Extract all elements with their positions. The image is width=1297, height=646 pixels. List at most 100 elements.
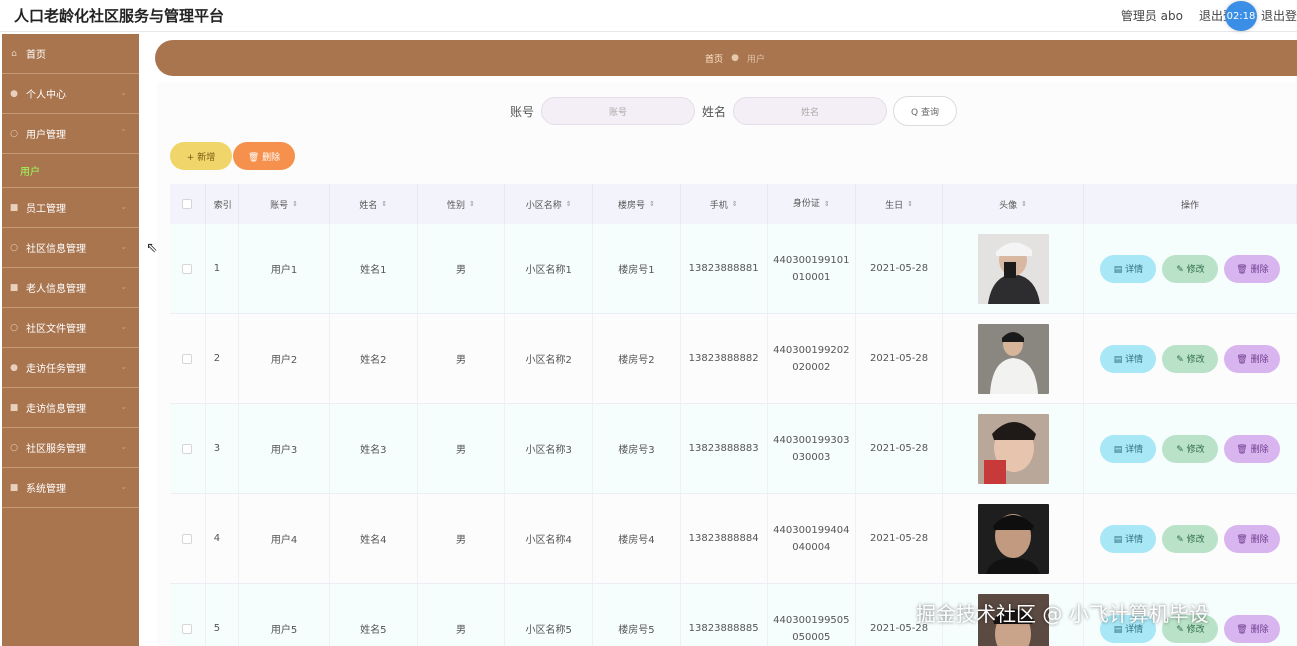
cell-community: 小区名称2 xyxy=(505,314,594,403)
cell-name: 姓名1 xyxy=(330,224,418,313)
sidebar-item-elder-info[interactable]: ■ 老人信息管理 ⌄ xyxy=(2,268,139,308)
task-icon: ● xyxy=(10,362,18,373)
cell-name: 姓名4 xyxy=(330,494,418,583)
sidebar-item-system[interactable]: ■ 系统管理 ⌄ xyxy=(2,468,139,508)
header-account[interactable]: 账号 ⇕ xyxy=(239,184,330,224)
header-building[interactable]: 楼房号 ⇕ xyxy=(593,184,681,224)
cell-id-card: 440300199202 020002 xyxy=(768,314,856,403)
header-sex[interactable]: 性别 ⇕ xyxy=(418,184,506,224)
sort-icon[interactable]: ⇕ xyxy=(824,196,830,213)
sidebar-item-label: 走访任务管理 xyxy=(26,364,86,375)
delete-button[interactable]: 🗑 删除 xyxy=(1224,524,1281,553)
detail-button[interactable]: ▤ 详情 xyxy=(1100,434,1157,463)
sidebar-item-staff-management[interactable]: ■ 员工管理 ⌄ xyxy=(2,188,139,228)
detail-button[interactable]: ▤ 详情 xyxy=(1100,254,1157,283)
cell-building: 楼房号4 xyxy=(593,494,681,583)
header-label: 楼房号 xyxy=(617,200,645,211)
id-card-line-1: 440300199202 xyxy=(773,344,850,356)
breadcrumb-home[interactable]: 首页 xyxy=(705,52,723,65)
name-label: 姓名 xyxy=(702,105,727,119)
add-button[interactable]: + 新增 xyxy=(170,142,232,170)
sidebar-item-label: 系统管理 xyxy=(26,484,66,495)
chevron-down-icon: ⌄ xyxy=(120,242,127,251)
chevron-down-icon: ⌄ xyxy=(120,202,127,211)
row-checkbox[interactable] xyxy=(182,353,193,364)
cell-index: 3 xyxy=(206,404,240,493)
sort-icon[interactable]: ⇕ xyxy=(566,200,572,208)
name-search-input[interactable]: 姓名 xyxy=(733,97,887,125)
cell-community: 小区名称5 xyxy=(505,584,594,646)
sidebar-item-label: 员工管理 xyxy=(26,204,66,215)
edit-button[interactable]: ✎ 修改 xyxy=(1162,434,1219,463)
edit-button[interactable]: ✎ 修改 xyxy=(1162,344,1219,373)
header-birthday[interactable]: 生日 ⇕ xyxy=(856,184,944,224)
sidebar-item-personal-center[interactable]: ● 个人中心 ⌄ xyxy=(2,74,139,114)
sidebar-item-community-info[interactable]: ○ 社区信息管理 ⌄ xyxy=(2,228,139,268)
table-row: 3 用户3 姓名3 男 小区名称3 楼房号3 13823888883 44030… xyxy=(170,404,1297,494)
sidebar-item-user-management[interactable]: ○ 用户管理 ⌃ xyxy=(2,114,139,154)
avatar xyxy=(977,413,1049,484)
delete-button[interactable]: 🗑 删除 xyxy=(1224,254,1281,283)
chevron-up-icon: ⌃ xyxy=(120,128,127,137)
cell-building: 楼房号3 xyxy=(593,404,681,493)
id-card-line-1: 440300199101 xyxy=(773,254,850,266)
row-checkbox[interactable] xyxy=(182,623,193,634)
community-icon: ○ xyxy=(10,242,18,253)
header-id-card[interactable]: 身份证 ⇕ xyxy=(768,184,856,224)
sidebar-subitem-users[interactable]: 用户 xyxy=(2,154,139,188)
sidebar-item-visit-info[interactable]: ■ 走访信息管理 ⌄ xyxy=(2,388,139,428)
sidebar-item-community-files[interactable]: ○ 社区文件管理 ⌄ xyxy=(2,308,139,348)
edit-button[interactable]: ✎ 修改 xyxy=(1162,524,1219,553)
sort-icon[interactable]: ⇕ xyxy=(649,200,655,208)
header-phone[interactable]: 手机 ⇕ xyxy=(681,184,768,224)
header-label: 手机 xyxy=(709,200,728,211)
sort-icon[interactable]: ⇕ xyxy=(1021,200,1027,208)
clock-badge: 02:18 xyxy=(1225,1,1257,31)
header-name[interactable]: 姓名 ⇕ xyxy=(330,184,418,224)
cell-account: 用户5 xyxy=(239,584,330,646)
cell-phone: 13823888884 xyxy=(681,494,768,583)
logout-link-2[interactable]: 退出登 xyxy=(1261,7,1297,24)
sort-icon[interactable]: ⇕ xyxy=(469,200,475,208)
delete-button[interactable]: 🗑 删除 xyxy=(1224,614,1281,643)
staff-icon: ■ xyxy=(9,202,19,213)
sort-icon[interactable]: ⇕ xyxy=(907,200,913,208)
delete-button[interactable]: 🗑 删除 xyxy=(1224,344,1281,373)
account-search-input[interactable]: 账号 xyxy=(541,97,695,125)
row-checkbox[interactable] xyxy=(182,443,193,454)
cell-community: 小区名称1 xyxy=(505,224,594,313)
detail-button[interactable]: ▤ 详情 xyxy=(1100,524,1157,553)
sidebar-item-label: 首页 xyxy=(26,50,46,61)
batch-delete-button[interactable]: 🗑 删除 xyxy=(233,142,295,170)
sort-icon[interactable]: ⇕ xyxy=(292,200,298,208)
id-card-line-2: 040004 xyxy=(792,541,831,553)
sort-icon[interactable]: ⇕ xyxy=(381,200,387,208)
row-checkbox[interactable] xyxy=(182,533,193,544)
header-label: 性别 xyxy=(447,200,466,211)
sidebar-item-home[interactable]: ⌂ 首页 xyxy=(2,34,139,74)
cell-name: 姓名2 xyxy=(330,314,418,403)
id-card-line-1: 440300199505 xyxy=(773,614,850,626)
row-checkbox[interactable] xyxy=(182,263,193,274)
header-avatar[interactable]: 头像 ⇕ xyxy=(943,184,1084,224)
sidebar-item-visit-tasks[interactable]: ● 走访任务管理 ⌄ xyxy=(2,348,139,388)
edit-button[interactable]: ✎ 修改 xyxy=(1162,254,1219,283)
id-card-line-2: 030003 xyxy=(792,451,831,463)
sidebar-item-community-service[interactable]: ○ 社区服务管理 ⌄ xyxy=(2,428,139,468)
sort-icon[interactable]: ⇕ xyxy=(732,200,738,208)
system-icon: ■ xyxy=(9,482,19,493)
cell-index: 5 xyxy=(206,584,240,646)
select-all-checkbox[interactable] xyxy=(182,199,193,209)
avatar xyxy=(977,233,1049,304)
cell-birthday: 2021-05-28 xyxy=(856,404,944,493)
query-button[interactable]: Q 查询 xyxy=(893,96,957,126)
table-row: 1 用户1 姓名1 男 小区名称1 楼房号1 13823888881 44030… xyxy=(170,224,1297,314)
cell-birthday: 2021-05-28 xyxy=(856,314,944,403)
chevron-down-icon: ⌄ xyxy=(120,362,127,371)
detail-button[interactable]: ▤ 详情 xyxy=(1100,344,1157,373)
top-bar: 人口老龄化社区服务与管理平台 管理员 abo 退出登 退出登 02:18 xyxy=(0,0,1297,32)
sidebar-item-label: 社区服务管理 xyxy=(26,444,86,455)
cell-id-card: 440300199505 050005 xyxy=(768,584,856,646)
header-community[interactable]: 小区名称 ⇕ xyxy=(505,184,594,224)
delete-button[interactable]: 🗑 删除 xyxy=(1224,434,1281,463)
